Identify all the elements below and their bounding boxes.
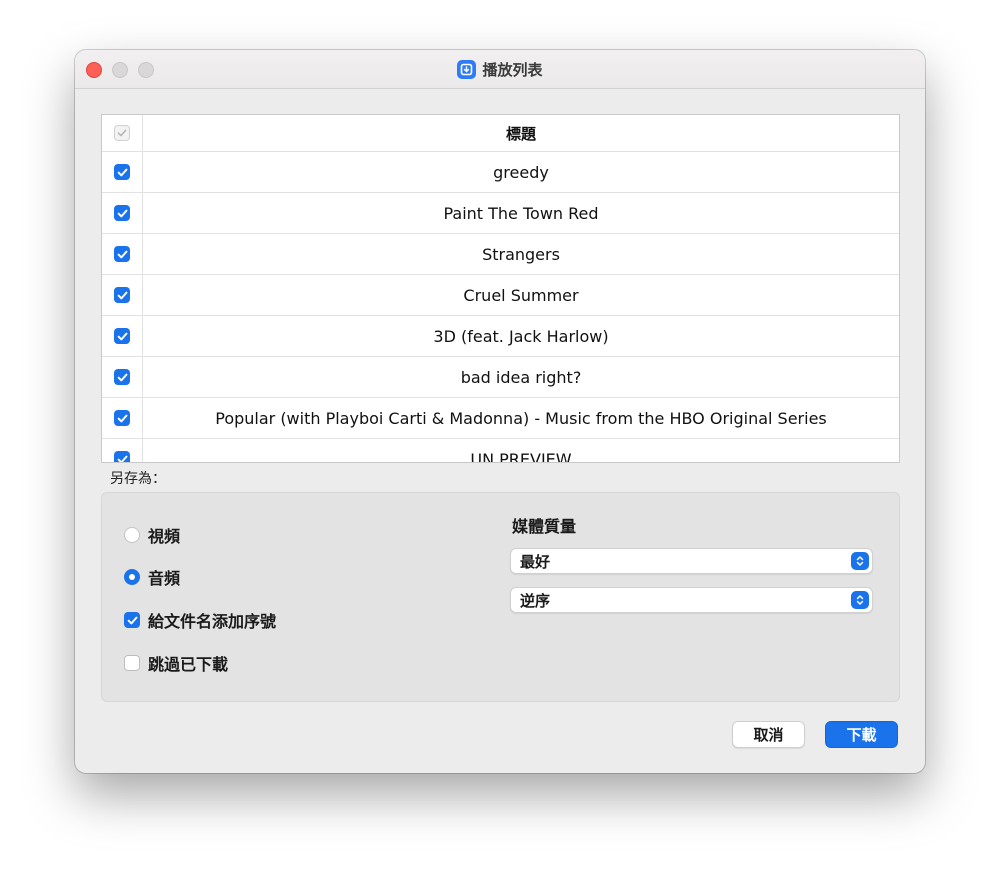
- row-checkbox-cell: [102, 275, 143, 315]
- playlist-window: 播放列表 標題 greedy Paint The Town Red Stranger…: [75, 50, 925, 773]
- row-title: Cruel Summer: [463, 285, 579, 305]
- playlist-table: 標題 greedy Paint The Town Red Strangers Crue…: [101, 114, 900, 463]
- window-title-group: 播放列表: [75, 50, 925, 88]
- skip-downloaded-option[interactable]: 跳過已下載: [124, 651, 228, 675]
- row-checkbox[interactable]: [114, 164, 130, 180]
- table-row[interactable]: greedy: [102, 152, 899, 193]
- updown-chevron-icon: [851, 552, 869, 570]
- add-sequence-checkbox[interactable]: [124, 612, 140, 628]
- table-row[interactable]: UN PREVIEW: [102, 439, 899, 463]
- row-checkbox-cell: [102, 316, 143, 356]
- quality-select-value: 最好: [520, 552, 551, 571]
- row-checkbox[interactable]: [114, 410, 130, 426]
- row-checkbox[interactable]: [114, 246, 130, 262]
- media-quality-label: 媒體質量: [512, 517, 577, 536]
- add-sequence-label: 給文件名添加序號: [148, 612, 277, 631]
- skip-downloaded-checkbox[interactable]: [124, 655, 140, 671]
- add-sequence-option[interactable]: 給文件名添加序號: [124, 608, 276, 632]
- table-row[interactable]: 3D (feat. Jack Harlow): [102, 316, 899, 357]
- order-select[interactable]: 逆序: [510, 587, 873, 613]
- row-title: greedy: [493, 162, 549, 182]
- audio-option[interactable]: 音頻: [124, 565, 180, 589]
- row-checkbox[interactable]: [114, 369, 130, 385]
- row-checkbox[interactable]: [114, 205, 130, 221]
- cancel-button[interactable]: 取消: [732, 721, 805, 748]
- row-checkbox-cell: [102, 398, 143, 438]
- skip-downloaded-label: 跳過已下載: [148, 655, 229, 674]
- quality-select[interactable]: 最好: [510, 548, 873, 574]
- audio-label: 音頻: [148, 569, 181, 588]
- select-all-cell: [102, 115, 143, 151]
- table-header-row: 標題: [102, 115, 899, 152]
- table-row[interactable]: Cruel Summer: [102, 275, 899, 316]
- row-checkbox[interactable]: [114, 451, 130, 462]
- row-title: UN PREVIEW: [470, 449, 572, 463]
- table-row[interactable]: Paint The Town Red: [102, 193, 899, 234]
- select-all-checkbox[interactable]: [114, 125, 130, 141]
- row-checkbox-cell: [102, 439, 143, 462]
- row-title: Paint The Town Red: [443, 203, 599, 223]
- video-label: 視頻: [148, 527, 181, 546]
- row-checkbox[interactable]: [114, 328, 130, 344]
- updown-chevron-icon: [851, 591, 869, 609]
- row-title: Strangers: [482, 244, 560, 264]
- download-button[interactable]: 下載: [825, 721, 898, 748]
- save-as-label: 另存為：: [110, 471, 166, 487]
- row-title: bad idea right?: [460, 367, 582, 387]
- table-row[interactable]: Strangers: [102, 234, 899, 275]
- audio-radio[interactable]: [124, 569, 140, 585]
- video-radio[interactable]: [124, 527, 140, 543]
- row-checkbox-cell: [102, 193, 143, 233]
- save-options-panel: 視頻 音頻 給文件名添加序號 跳過已下載 媒體質量 最好 逆序: [101, 492, 900, 702]
- table-row[interactable]: bad idea right?: [102, 357, 899, 398]
- row-checkbox[interactable]: [114, 287, 130, 303]
- row-title: 3D (feat. Jack Harlow): [433, 326, 609, 346]
- row-checkbox-cell: [102, 234, 143, 274]
- row-title: Popular (with Playboi Carti & Madonna) -…: [215, 408, 827, 428]
- column-header-title[interactable]: 標題: [143, 123, 899, 144]
- video-option[interactable]: 視頻: [124, 523, 180, 547]
- row-checkbox-cell: [102, 357, 143, 397]
- download-app-icon: [457, 59, 477, 79]
- table-row[interactable]: Popular (with Playboi Carti & Madonna) -…: [102, 398, 899, 439]
- row-checkbox-cell: [102, 152, 143, 192]
- title-bar: 播放列表: [75, 50, 925, 89]
- window-title: 播放列表: [482, 60, 543, 79]
- order-select-value: 逆序: [520, 591, 551, 610]
